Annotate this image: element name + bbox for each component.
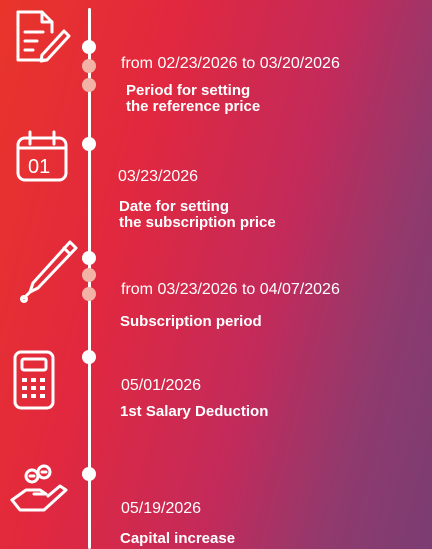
timeline-dot	[82, 40, 96, 54]
calculator-icon	[10, 348, 60, 414]
step-label: Subscription period	[120, 313, 262, 330]
hand-coins-icon	[8, 460, 72, 520]
step-label: Date for setting the subscription price	[119, 198, 276, 231]
step-label: 1st Salary Deduction	[120, 403, 269, 420]
calendar-day: 01	[28, 156, 50, 178]
timeline-dot	[82, 467, 96, 481]
step-date: from 02/23/2026 to 03/20/2026	[121, 55, 340, 72]
step-date: 03/23/2026	[118, 168, 199, 185]
pen-icon	[18, 236, 80, 306]
timeline-dot	[82, 59, 96, 73]
timeline-dot	[82, 350, 96, 364]
step-label: Capital increase	[120, 530, 236, 547]
step-date: from 03/23/2026 to 04/07/2026	[121, 281, 340, 298]
step-label: Period for setting the reference price	[126, 82, 261, 115]
timeline-dot	[82, 287, 96, 301]
timeline-dot	[82, 268, 96, 282]
step-date: 05/01/2026	[121, 377, 202, 394]
timeline-dot	[82, 251, 96, 265]
step-date: 05/19/2026	[121, 500, 202, 517]
document-pen-icon	[6, 8, 72, 66]
timeline-dot	[82, 137, 96, 151]
calendar-icon: 01	[14, 128, 72, 184]
timeline-dot	[82, 78, 96, 92]
